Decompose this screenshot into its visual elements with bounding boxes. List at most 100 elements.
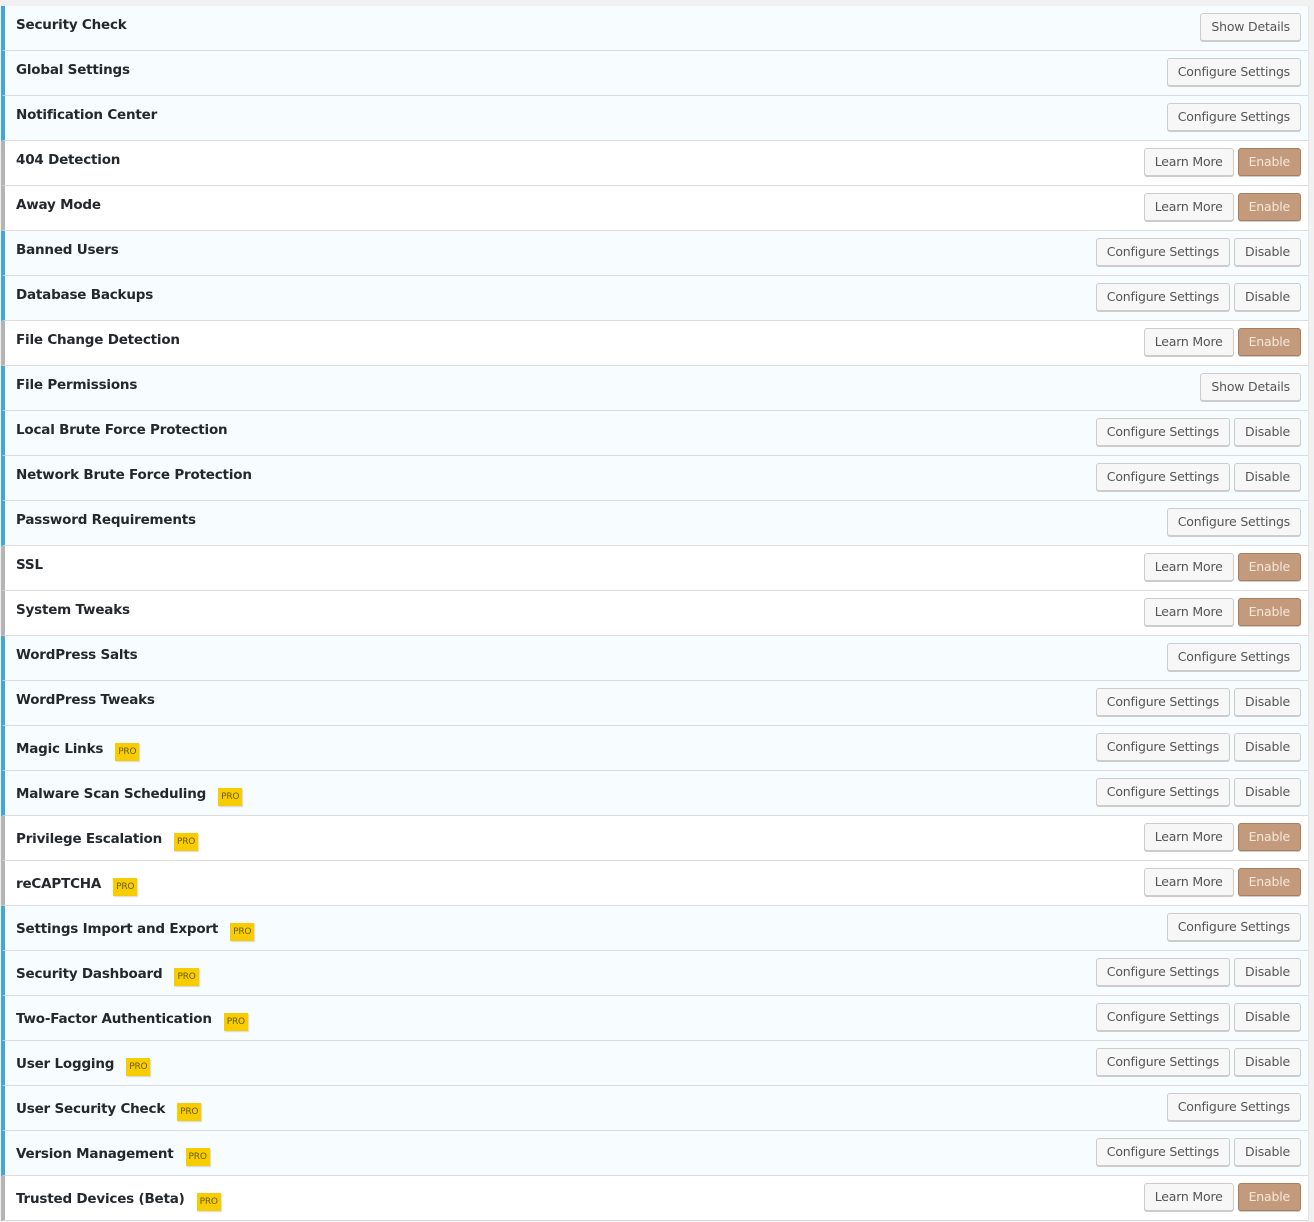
module-title: Security Dashboard PRO (16, 962, 199, 986)
module-title: Local Brute Force Protection (16, 422, 228, 438)
pro-badge: PRO (185, 1148, 210, 1166)
module-actions: Configure Settings Disable (1095, 283, 1301, 311)
configure-settings-button[interactable]: Configure Settings (1166, 643, 1301, 671)
module-title-text: Magic Links (16, 741, 104, 757)
disable-button[interactable]: Disable (1234, 238, 1301, 266)
configure-settings-button[interactable]: Configure Settings (1166, 58, 1301, 86)
module-title-text: Network Brute Force Protection (16, 467, 252, 483)
module-actions: Configure Settings (1166, 508, 1301, 536)
configure-settings-button[interactable]: Configure Settings (1095, 283, 1231, 311)
pro-badge: PRO (126, 1058, 151, 1076)
module-title: Settings Import and Export PRO (16, 917, 255, 941)
module-title: Trusted Devices (Beta) PRO (16, 1187, 221, 1211)
module-actions: Configure Settings (1166, 103, 1301, 131)
learn-more-button[interactable]: Learn More (1143, 193, 1234, 221)
module-actions: Learn More Enable (1143, 328, 1301, 356)
enable-button[interactable]: Enable (1237, 598, 1301, 626)
configure-settings-button[interactable]: Configure Settings (1095, 238, 1231, 266)
module-row-wordpress-tweaks: WordPress Tweaks Configure Settings Disabl… (1, 681, 1308, 726)
module-title-text: File Change Detection (16, 332, 180, 348)
configure-settings-button[interactable]: Configure Settings (1095, 958, 1231, 986)
enable-button[interactable]: Enable (1237, 148, 1301, 176)
module-title-text: Settings Import and Export (16, 921, 219, 937)
module-row-recaptcha: reCAPTCHA PRO Learn More Enable (1, 861, 1308, 906)
enable-button[interactable]: Enable (1237, 868, 1301, 896)
learn-more-button[interactable]: Learn More (1143, 823, 1234, 851)
configure-settings-button[interactable]: Configure Settings (1095, 733, 1231, 761)
module-actions: Show Details (1200, 13, 1301, 41)
configure-settings-button[interactable]: Configure Settings (1095, 1048, 1231, 1076)
module-title-text: WordPress Salts (16, 647, 138, 663)
enable-button[interactable]: Enable (1237, 328, 1301, 356)
disable-button[interactable]: Disable (1234, 463, 1301, 491)
learn-more-button[interactable]: Learn More (1143, 1183, 1234, 1211)
learn-more-button[interactable]: Learn More (1143, 328, 1234, 356)
module-title-text: Notification Center (16, 107, 158, 123)
module-actions: Configure Settings (1166, 913, 1301, 941)
module-title: Magic Links PRO (16, 737, 140, 761)
module-actions: Learn More Enable (1143, 823, 1301, 851)
enable-button[interactable]: Enable (1237, 193, 1301, 221)
module-title-text: Local Brute Force Protection (16, 422, 228, 438)
module-actions: Learn More Enable (1143, 868, 1301, 896)
module-title-text: Two-Factor Authentication (16, 1011, 212, 1027)
module-title: SSL (16, 557, 43, 573)
module-row-settings-import-and-export: Settings Import and Export PRO Configure S… (1, 906, 1308, 951)
disable-button[interactable]: Disable (1234, 1003, 1301, 1031)
module-actions: Configure Settings Disable (1095, 778, 1301, 806)
disable-button[interactable]: Disable (1234, 778, 1301, 806)
enable-button[interactable]: Enable (1237, 1183, 1301, 1211)
learn-more-button[interactable]: Learn More (1143, 598, 1234, 626)
enable-button[interactable]: Enable (1237, 553, 1301, 581)
configure-settings-button[interactable]: Configure Settings (1166, 103, 1301, 131)
module-actions: Learn More Enable (1143, 148, 1301, 176)
module-actions: Learn More Enable (1143, 1183, 1301, 1211)
module-title-text: File Permissions (16, 377, 138, 393)
configure-settings-button[interactable]: Configure Settings (1166, 1093, 1301, 1121)
module-row-two-factor-authentication: Two-Factor Authentication PRO Configure Se… (1, 996, 1308, 1041)
show-details-button[interactable]: Show Details (1200, 373, 1301, 401)
configure-settings-button[interactable]: Configure Settings (1095, 1138, 1231, 1166)
module-title-text: Security Dashboard (16, 966, 163, 982)
disable-button[interactable]: Disable (1234, 958, 1301, 986)
module-actions: Learn More Enable (1143, 193, 1301, 221)
module-title: Away Mode (16, 197, 101, 213)
disable-button[interactable]: Disable (1234, 418, 1301, 446)
disable-button[interactable]: Disable (1234, 1138, 1301, 1166)
module-title: Malware Scan Scheduling PRO (16, 782, 243, 806)
configure-settings-button[interactable]: Configure Settings (1095, 1003, 1231, 1031)
module-title: User Security Check PRO (16, 1097, 202, 1121)
learn-more-button[interactable]: Learn More (1143, 868, 1234, 896)
configure-settings-button[interactable]: Configure Settings (1166, 508, 1301, 536)
configure-settings-button[interactable]: Configure Settings (1095, 778, 1231, 806)
module-actions: Configure Settings (1166, 643, 1301, 671)
pro-badge: PRO (230, 923, 255, 941)
module-title: Database Backups (16, 287, 153, 303)
module-actions: Configure Settings Disable (1095, 238, 1301, 266)
module-actions: Configure Settings Disable (1095, 958, 1301, 986)
module-actions: Learn More Enable (1143, 553, 1301, 581)
module-actions: Show Details (1200, 373, 1301, 401)
disable-button[interactable]: Disable (1234, 1048, 1301, 1076)
enable-button[interactable]: Enable (1237, 823, 1301, 851)
show-details-button[interactable]: Show Details (1200, 13, 1301, 41)
module-title-text: WordPress Tweaks (16, 692, 155, 708)
disable-button[interactable]: Disable (1234, 733, 1301, 761)
pro-badge: PRO (113, 878, 138, 896)
module-actions: Configure Settings Disable (1095, 1138, 1301, 1166)
pro-badge: PRO (196, 1193, 221, 1211)
module-title-text: Privilege Escalation (16, 831, 162, 847)
configure-settings-button[interactable]: Configure Settings (1095, 418, 1231, 446)
module-title-text: 404 Detection (16, 152, 121, 168)
module-actions: Learn More Enable (1143, 598, 1301, 626)
learn-more-button[interactable]: Learn More (1143, 553, 1234, 581)
disable-button[interactable]: Disable (1234, 283, 1301, 311)
module-title: Version Management PRO (16, 1142, 210, 1166)
disable-button[interactable]: Disable (1234, 688, 1301, 716)
module-row-malware-scan-scheduling: Malware Scan Scheduling PRO Configure Sett… (1, 771, 1308, 816)
module-row-user-security-check: User Security Check PRO Configure Settings (1, 1086, 1308, 1131)
configure-settings-button[interactable]: Configure Settings (1095, 688, 1231, 716)
configure-settings-button[interactable]: Configure Settings (1095, 463, 1231, 491)
configure-settings-button[interactable]: Configure Settings (1166, 913, 1301, 941)
learn-more-button[interactable]: Learn More (1143, 148, 1234, 176)
